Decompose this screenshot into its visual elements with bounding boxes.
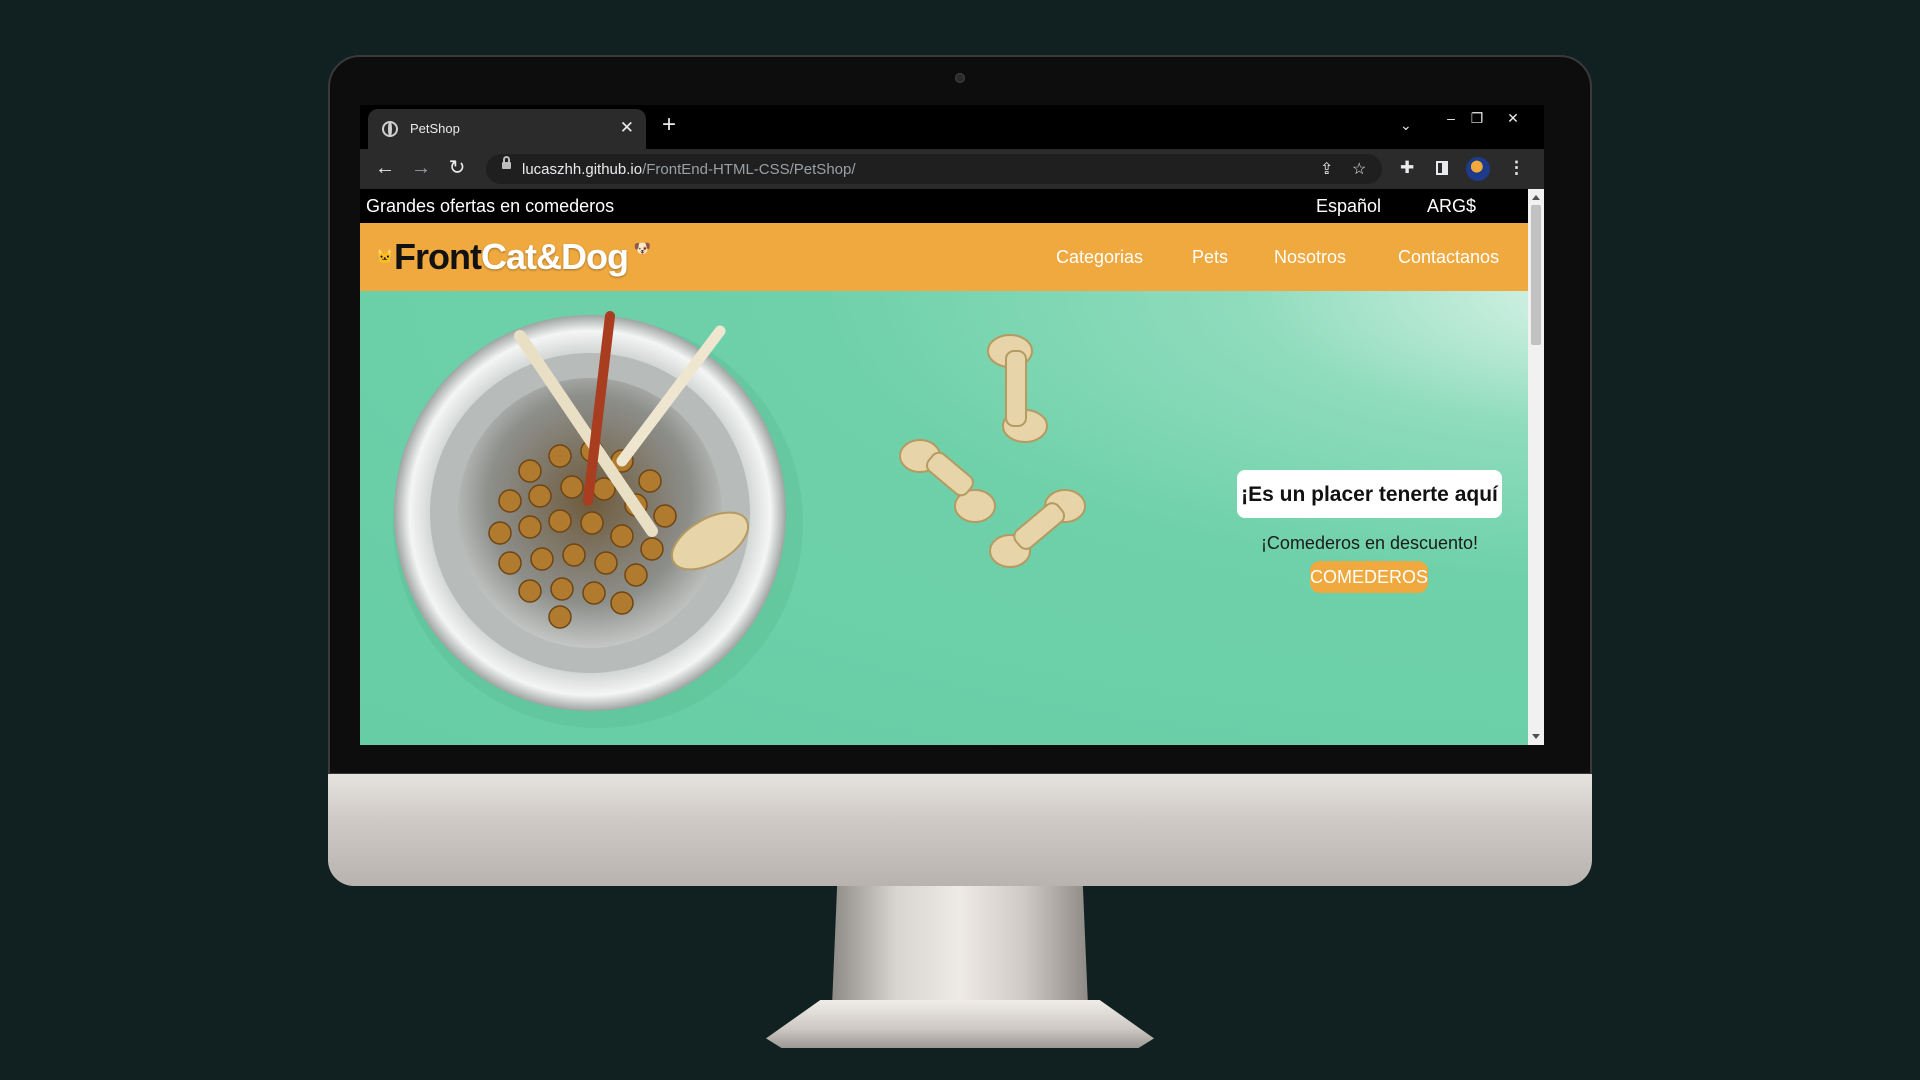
globe-icon: [382, 121, 398, 137]
site-header: 🐱 FrontCat&Dog 🐶 Categorias Pets Nosotro…: [360, 223, 1528, 291]
logo-front-text: Front: [394, 236, 482, 277]
monitor-chin: [328, 774, 1592, 886]
webcam-dot: [955, 73, 965, 83]
promo-bar: Grandes ofertas en comederos Español ARG…: [360, 189, 1528, 223]
comederos-button[interactable]: COMEDEROS: [1310, 561, 1428, 593]
close-window-icon[interactable]: ✕: [1502, 109, 1524, 127]
url-path: /FrontEnd-HTML-CSS/PetShop/: [642, 161, 856, 178]
hero-subtitle: ¡Comederos en descuento!: [1260, 533, 1479, 553]
nav-link-categorias[interactable]: Categorias: [1056, 247, 1143, 268]
close-tab-icon[interactable]: ✕: [620, 118, 634, 138]
url-host: lucaszhh.github.io: [522, 161, 643, 178]
bookmark-star-icon[interactable]: ☆: [1352, 159, 1366, 179]
scroll-down-arrow-icon[interactable]: [1532, 734, 1540, 739]
profile-avatar[interactable]: [1466, 157, 1490, 181]
browser-toolbar: ← → ↻ lucaszhh.github.io/FrontEnd-HTML-C…: [360, 149, 1544, 189]
more-menu-icon[interactable]: ⋮: [1508, 158, 1525, 178]
nav-link-contactanos[interactable]: Contactanos: [1398, 247, 1499, 268]
dog-icon: 🐶: [633, 240, 651, 256]
nav-link-pets[interactable]: Pets: [1192, 247, 1228, 268]
minimize-icon[interactable]: –: [1440, 109, 1462, 127]
url-text[interactable]: lucaszhh.github.io/FrontEnd-HTML-CSS/Pet…: [522, 161, 856, 178]
restore-icon[interactable]: ❐: [1466, 109, 1488, 127]
logo-catdog-text: Cat&Dog: [480, 236, 629, 277]
scroll-thumb[interactable]: [1531, 205, 1541, 345]
promo-text: Grandes ofertas en comederos: [366, 196, 615, 216]
reload-icon[interactable]: ↻: [444, 155, 470, 181]
lock-icon[interactable]: [502, 156, 511, 169]
site-logo[interactable]: 🐱 FrontCat&Dog 🐶: [376, 236, 651, 278]
language-selector[interactable]: Español: [1316, 196, 1381, 217]
tab-title: PetShop: [410, 121, 460, 136]
scroll-up-arrow-icon[interactable]: [1532, 195, 1540, 200]
monitor-screen: PetShop ✕ + ⌄ – ❐ ✕ ← → ↻ lucaszhh.githu…: [360, 105, 1544, 745]
browser-tab[interactable]: PetShop ✕: [368, 109, 646, 149]
chevron-down-icon[interactable]: ⌄: [1400, 117, 1412, 134]
nav-link-nosotros[interactable]: Nosotros: [1274, 247, 1346, 268]
greeting-box: ¡Es un placer tenerte aquí: [1237, 470, 1502, 518]
share-icon[interactable]: ⇪: [1320, 159, 1333, 179]
currency-selector[interactable]: ARG$: [1427, 196, 1476, 217]
pet-food-bowl-image: [393, 311, 1086, 728]
extensions-puzzle-icon[interactable]: ✚: [1400, 158, 1414, 178]
side-panel-icon[interactable]: [1436, 161, 1448, 175]
monitor-stand: [832, 886, 1088, 1006]
forward-arrow-icon[interactable]: →: [408, 155, 434, 181]
page-viewport: Grandes ofertas en comederos Español ARG…: [360, 189, 1528, 745]
new-tab-icon[interactable]: +: [662, 111, 676, 139]
address-bar[interactable]: lucaszhh.github.io/FrontEnd-HTML-CSS/Pet…: [486, 154, 1382, 184]
page-scrollbar[interactable]: [1528, 189, 1544, 745]
monitor-stand-base: [766, 1000, 1154, 1048]
cat-icon: 🐱: [376, 248, 393, 264]
back-arrow-icon[interactable]: ←: [372, 155, 398, 181]
hero-greeting: ¡Es un placer tenerte aquí: [1241, 483, 1498, 506]
browser-tab-bar: PetShop ✕ + ⌄ – ❐ ✕: [360, 105, 1544, 149]
hero-banner: ¡Es un placer tenerte aquí ¡Comederos en…: [360, 291, 1528, 745]
